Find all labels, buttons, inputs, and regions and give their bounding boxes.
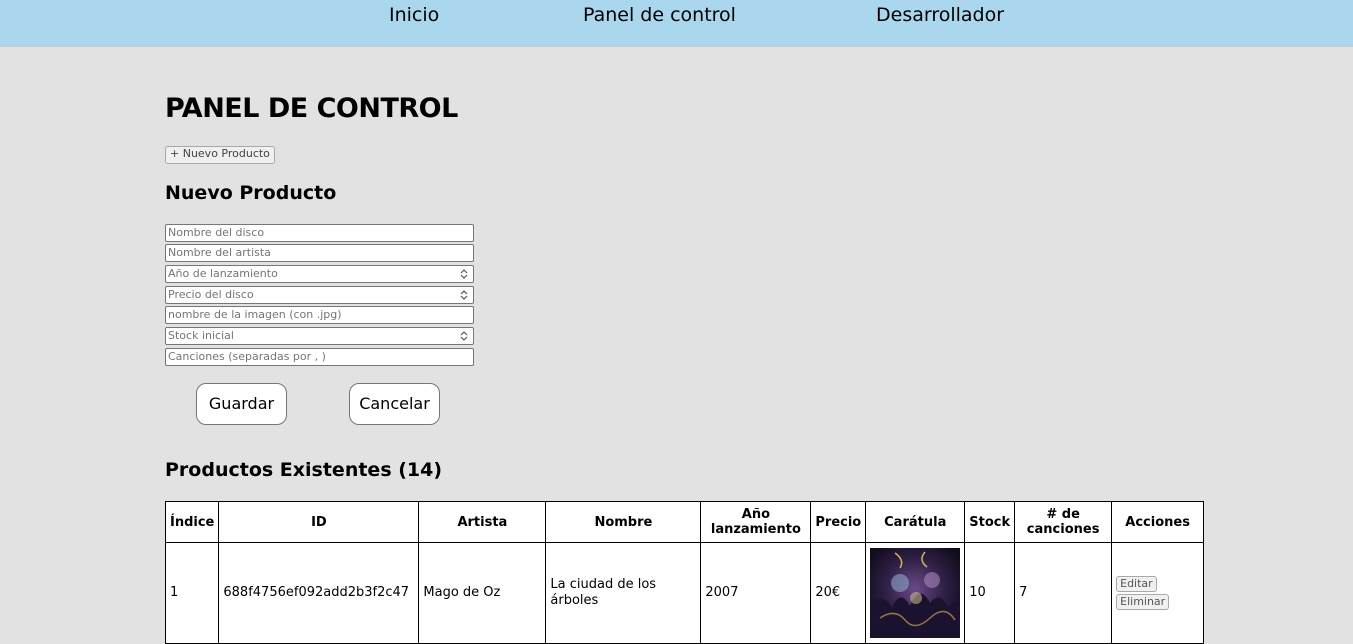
songs-input[interactable]: Canciones (separadas por , )	[165, 348, 474, 366]
cell-price: 20€	[810, 542, 867, 644]
image-name-input[interactable]: nombre de la imagen (con .jpg)	[165, 306, 474, 324]
cell-name: La ciudad de los árboles	[545, 542, 702, 644]
header-release-year-line2: lanzamiento	[710, 522, 801, 537]
number-spinner-icon[interactable]	[459, 288, 469, 302]
delete-button[interactable]: Eliminar	[1116, 594, 1170, 610]
artist-name-placeholder: Nombre del artista	[168, 246, 271, 259]
artist-name-input[interactable]: Nombre del artista	[165, 244, 474, 262]
image-name-placeholder: nombre de la imagen (con .jpg)	[168, 308, 342, 321]
header-song-count: # de canciones	[1014, 501, 1113, 543]
header-actions: Acciones	[1111, 501, 1205, 543]
cell-actions: Editar Eliminar	[1111, 542, 1205, 644]
nav-link-inicio[interactable]: Inicio	[389, 4, 439, 26]
page-title: PANEL DE CONTROL	[165, 93, 458, 124]
cell-release-year: 2007	[700, 542, 812, 644]
new-product-button[interactable]: + Nuevo Producto	[165, 146, 275, 164]
header-cover: Carátula	[865, 501, 966, 543]
cancel-button[interactable]: Cancelar	[349, 383, 440, 425]
cell-cover	[865, 542, 966, 644]
cell-song-count: 7	[1014, 542, 1113, 644]
header-release-year-line1: Año	[741, 507, 771, 522]
top-navigation: Inicio Panel de control Desarrollador	[0, 0, 1353, 47]
cell-artist: Mago de Oz	[418, 542, 547, 644]
number-spinner-icon[interactable]	[459, 329, 469, 343]
header-song-count-line1: # de	[1046, 507, 1080, 522]
album-name-placeholder: Nombre del disco	[168, 226, 265, 239]
header-index: Índice	[164, 501, 220, 543]
edit-button[interactable]: Editar	[1116, 576, 1157, 592]
header-stock: Stock	[964, 501, 1016, 543]
cell-index: 1	[164, 542, 220, 644]
album-name-input[interactable]: Nombre del disco	[165, 224, 474, 242]
number-spinner-icon[interactable]	[459, 267, 469, 281]
release-year-input[interactable]: Año de lanzamiento	[165, 265, 474, 283]
nav-link-desarrollador[interactable]: Desarrollador	[876, 4, 1004, 26]
header-artist: Artista	[418, 501, 547, 543]
price-input[interactable]: Precio del disco	[165, 286, 474, 304]
cell-id: 688f4756ef092add2b3f2c47	[218, 542, 420, 644]
initial-stock-placeholder: Stock inicial	[168, 329, 234, 342]
initial-stock-input[interactable]: Stock inicial	[165, 327, 474, 345]
header-name: Nombre	[545, 501, 702, 543]
nav-link-panel-de-control[interactable]: Panel de control	[583, 4, 736, 26]
cell-stock: 10	[964, 542, 1016, 644]
album-cover-image	[870, 548, 961, 638]
release-year-placeholder: Año de lanzamiento	[168, 267, 278, 280]
header-release-year: Año lanzamiento	[700, 501, 812, 543]
header-price: Precio	[810, 501, 867, 543]
price-placeholder: Precio del disco	[168, 288, 254, 301]
header-id: ID	[218, 501, 420, 543]
products-table: Índice ID Artista Nombre Año lanzamiento…	[164, 501, 1205, 644]
form-title: Nuevo Producto	[165, 182, 337, 204]
table-header-row: Índice ID Artista Nombre Año lanzamiento…	[164, 501, 1205, 543]
songs-placeholder: Canciones (separadas por , )	[168, 350, 326, 363]
products-list-title: Productos Existentes (14)	[165, 459, 443, 481]
save-button[interactable]: Guardar	[196, 383, 287, 425]
table-row: 1 688f4756ef092add2b3f2c47 Mago de Oz La…	[164, 542, 1205, 644]
header-song-count-line2: canciones	[1026, 522, 1100, 537]
